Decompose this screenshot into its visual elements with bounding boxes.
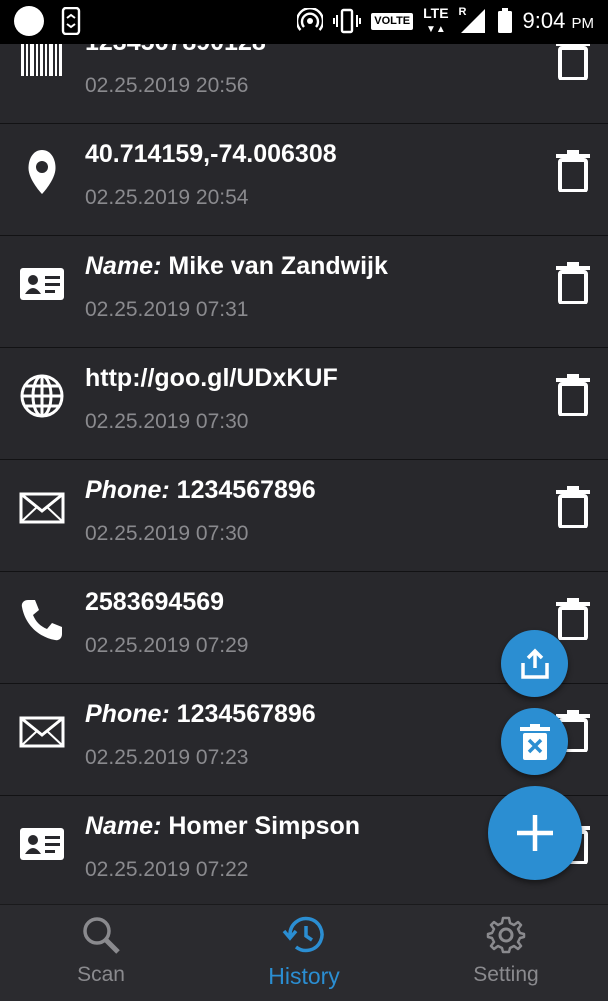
history-item-label: Name: (85, 252, 162, 280)
roaming-flag: R (458, 6, 467, 18)
nav-item-history[interactable]: History (229, 915, 379, 995)
phone-icon (21, 600, 63, 641)
history-item-value: Homer Simpson (168, 812, 361, 840)
history-item-date: 02.25.2019 20:56 (85, 74, 249, 97)
history-item-date: 02.25.2019 07:23 (85, 746, 249, 769)
notification-dot-icon (14, 6, 44, 36)
lte-label: LTE (423, 4, 449, 21)
trash-icon[interactable] (556, 598, 590, 640)
volte-badge: VOLTE (371, 12, 414, 30)
barcode-icon (21, 44, 62, 76)
history-item[interactable]: Phone: 1234567896 02.25.2019 07:30 (0, 460, 608, 572)
data-arrows-icon: ▼▲ (425, 23, 446, 35)
add-fab-button[interactable] (488, 786, 582, 880)
history-item-label: Name: (85, 812, 162, 840)
trash-icon[interactable] (556, 44, 590, 80)
clock-time: 9:04 (522, 8, 566, 33)
trash-icon[interactable] (556, 150, 590, 192)
clock: 9:04 PM (523, 8, 594, 34)
signal-icon: R (458, 6, 487, 34)
history-item-date: 02.25.2019 20:54 (85, 186, 249, 209)
share-icon (520, 648, 549, 679)
history-item-title: http://goo.gl/UDxKUF (85, 364, 338, 393)
history-icon (282, 916, 324, 953)
history-item[interactable]: 1234567890128 02.25.2019 20:56 (0, 44, 608, 124)
history-item[interactable]: 40.714159,-74.006308 02.25.2019 20:54 (0, 124, 608, 236)
history-item-title: Phone: 1234567896 (85, 476, 316, 505)
location-pin-icon (28, 150, 56, 194)
bottom-navigation: Scan History Setting (0, 904, 608, 1001)
clock-ampm: PM (571, 15, 595, 32)
nav-item-scan[interactable]: Scan (26, 915, 176, 995)
delete-all-icon (519, 723, 550, 760)
search-icon (83, 917, 120, 954)
history-item-date: 02.25.2019 07:30 (85, 410, 249, 433)
history-item-value: 1234567890128 (85, 44, 266, 56)
history-item-date: 02.25.2019 07:31 (85, 298, 249, 321)
trash-icon[interactable] (556, 486, 590, 528)
history-item-value: 40.714159,-74.006308 (85, 140, 337, 168)
lte-indicator: LTE ▼▲ (423, 6, 448, 37)
contact-card-icon (20, 828, 64, 860)
trash-icon[interactable] (556, 262, 590, 304)
contact-card-icon (20, 268, 64, 300)
history-list[interactable]: 1234567890128 02.25.2019 20:56 40.714159… (0, 44, 608, 904)
history-item-label: Phone: (85, 700, 170, 728)
hotspot-icon (297, 8, 324, 31)
history-item-title: Name: Mike van Zandwijk (85, 252, 388, 281)
gear-icon (486, 916, 526, 954)
plus-icon (517, 815, 553, 851)
history-item-label: Phone: (85, 476, 170, 504)
battery-icon (497, 8, 512, 33)
globe-icon (20, 374, 64, 418)
nav-item-setting[interactable]: Setting (431, 915, 581, 995)
history-item-value: 1234567896 (176, 476, 316, 504)
history-item-date: 02.25.2019 07:29 (85, 634, 249, 657)
history-item-title: Phone: 1234567896 (85, 700, 316, 729)
history-item[interactable]: http://goo.gl/UDxKUF 02.25.2019 07:30 (0, 348, 608, 460)
nav-label-scan: Scan (77, 963, 125, 986)
phone-sync-icon (61, 7, 81, 35)
history-item-date: 02.25.2019 07:22 (85, 858, 249, 881)
history-item-value: http://goo.gl/UDxKUF (85, 364, 338, 392)
history-item-date: 02.25.2019 07:30 (85, 522, 249, 545)
nav-label-history: History (268, 963, 340, 989)
vibrate-icon (333, 8, 362, 34)
history-item-value: 2583694569 (85, 588, 225, 616)
history-item[interactable]: Name: Mike van Zandwijk 02.25.2019 07:31 (0, 236, 608, 348)
envelope-icon (19, 716, 65, 748)
share-fab-button[interactable] (501, 630, 568, 697)
history-item-value: 1234567896 (176, 700, 316, 728)
history-item-title: Name: Homer Simpson (85, 812, 360, 841)
delete-all-fab-button[interactable] (501, 708, 568, 775)
history-item-title: 2583694569 (85, 588, 224, 617)
nav-label-setting: Setting (473, 963, 539, 986)
status-bar: VOLTE LTE ▼▲ R 9:04 PM (0, 0, 608, 44)
envelope-icon (19, 492, 65, 524)
history-item-value: Mike van Zandwijk (168, 252, 388, 280)
history-item-title: 1234567890128 (85, 44, 266, 57)
history-item-title: 40.714159,-74.006308 (85, 140, 337, 169)
trash-icon[interactable] (556, 374, 590, 416)
